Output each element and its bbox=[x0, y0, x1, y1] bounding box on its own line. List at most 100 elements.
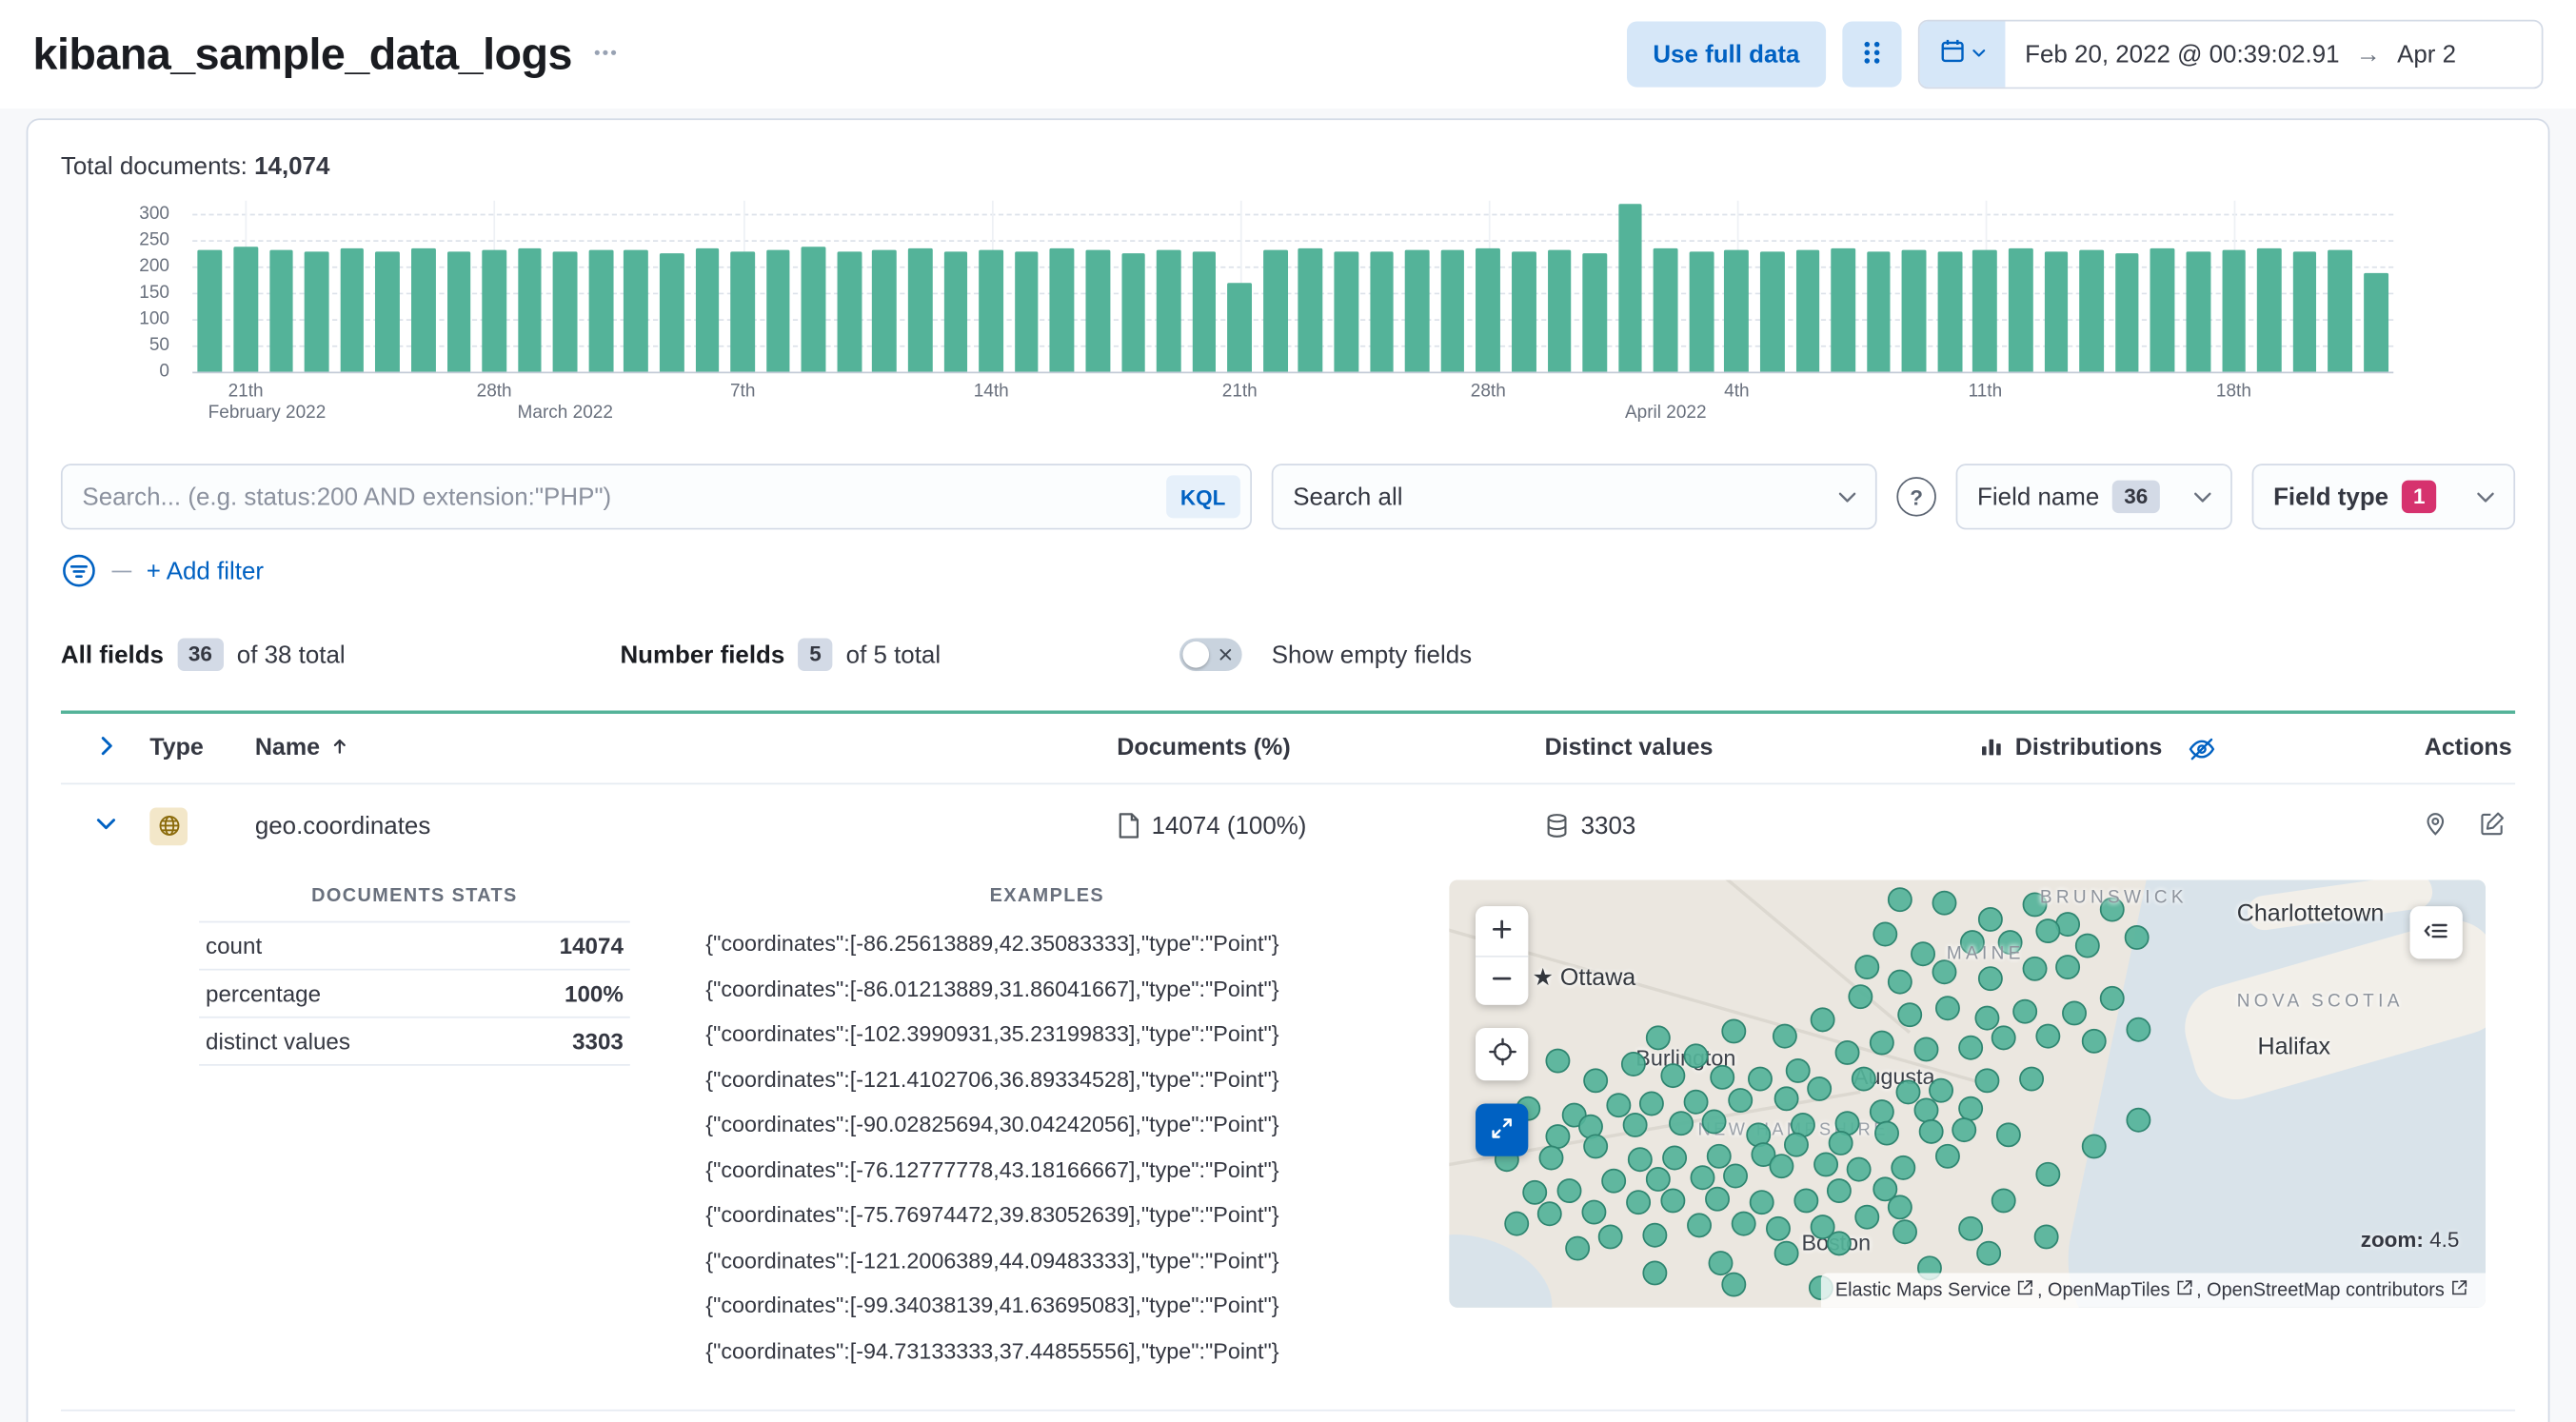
field-name-filter[interactable]: Field name 36 bbox=[1955, 464, 2232, 530]
map-point bbox=[2036, 918, 2061, 943]
documents-stats-title: DOCUMENTS STATS bbox=[311, 886, 518, 907]
help-icon[interactable]: ? bbox=[1896, 477, 1936, 517]
map-fit-data-button[interactable] bbox=[1476, 1028, 1529, 1081]
histogram-bar bbox=[802, 247, 826, 372]
map-point bbox=[1784, 1133, 1810, 1157]
eye-slash-icon[interactable] bbox=[2189, 735, 2216, 762]
kql-badge[interactable]: KQL bbox=[1165, 475, 1240, 519]
number-fields-total: of 5 total bbox=[845, 641, 941, 669]
attribution-link[interactable]: OpenStreetMap contributors bbox=[2207, 1279, 2470, 1301]
histogram-bar bbox=[1759, 252, 1785, 372]
map-point bbox=[1786, 1058, 1811, 1084]
column-type: Type bbox=[149, 735, 204, 762]
map-point bbox=[1536, 1200, 1562, 1226]
histogram-bar bbox=[2079, 250, 2104, 372]
map-point bbox=[1728, 1088, 1754, 1114]
stats-row: distinct values 3303 bbox=[199, 1018, 630, 1066]
map-zoom-in-button[interactable] bbox=[1476, 906, 1529, 956]
use-full-data-button[interactable]: Use full data bbox=[1626, 21, 1827, 88]
map-point bbox=[1996, 1122, 2022, 1147]
map-point bbox=[1897, 1002, 1923, 1028]
external-link-icon bbox=[2018, 1280, 2033, 1295]
map-point bbox=[1503, 1211, 1529, 1236]
x-month-label: March 2022 bbox=[517, 403, 613, 424]
calendar-dropdown-button[interactable] bbox=[1919, 21, 2006, 88]
histogram-bar bbox=[588, 249, 613, 372]
attribution-link[interactable]: OpenMapTiles bbox=[2048, 1279, 2196, 1301]
map-attribution: Elastic Maps Service, OpenMapTiles, Open… bbox=[1820, 1273, 2487, 1308]
map-point bbox=[1683, 1090, 1709, 1116]
map-point bbox=[1621, 1052, 1647, 1077]
map-point bbox=[1765, 1215, 1791, 1241]
example-value: {"coordinates":[-90.02825694,30.04242056… bbox=[705, 1112, 1279, 1137]
geo-point-type-icon bbox=[149, 806, 188, 845]
histogram-bar bbox=[1511, 251, 1536, 372]
calendar-icon bbox=[1938, 37, 1965, 71]
add-filter-link[interactable]: + Add filter bbox=[147, 557, 264, 584]
map-point bbox=[1704, 1186, 1730, 1211]
map-point bbox=[1872, 921, 1897, 947]
date-range-start[interactable]: Feb 20, 2022 @ 00:39:02.91 bbox=[2025, 40, 2339, 68]
histogram-bar bbox=[1476, 248, 1500, 372]
grid-dots-button[interactable] bbox=[1842, 21, 1902, 88]
filter-icon[interactable] bbox=[61, 553, 97, 589]
map-point bbox=[1888, 886, 1913, 912]
map-point bbox=[2124, 925, 2150, 951]
expand-all-button[interactable] bbox=[87, 727, 125, 770]
explore-in-maps-button[interactable] bbox=[2420, 807, 2451, 845]
toggle-knob bbox=[1182, 641, 1210, 668]
page-title: kibana_sample_data_logs bbox=[32, 29, 573, 79]
field-type-label: Field type bbox=[2273, 483, 2389, 511]
histogram-bar bbox=[765, 249, 791, 372]
map-point bbox=[2055, 955, 2081, 980]
map-label-brunswick: BRUNSWICK bbox=[2039, 888, 2188, 909]
field-name[interactable]: geo.coordinates bbox=[255, 812, 1117, 839]
date-range-end[interactable]: Apr 2 bbox=[2397, 40, 2456, 68]
map-point bbox=[1829, 1131, 1854, 1156]
column-name-sort[interactable]: Name bbox=[255, 735, 1117, 762]
attribution-link[interactable]: Elastic Maps Service bbox=[1835, 1279, 2037, 1301]
map-point bbox=[1913, 1037, 1939, 1062]
map-point bbox=[1659, 1062, 1685, 1088]
map-controls bbox=[1476, 906, 1529, 1156]
example-value: {"coordinates":[-121.2006389,44.09483333… bbox=[705, 1247, 1279, 1273]
map-expand-button[interactable] bbox=[1476, 1103, 1529, 1156]
histogram-bar bbox=[1405, 249, 1430, 372]
total-documents: Total documents: 14,074 bbox=[61, 153, 2515, 181]
map-point bbox=[1810, 1008, 1835, 1033]
histogram-bar bbox=[2044, 251, 2069, 372]
doc-count-chart: 300 250 200 150 100 50 0 21th 28th 7th 14th 21th 28… bbox=[61, 190, 2515, 437]
histogram-bar bbox=[1262, 249, 1288, 372]
x-tick-label: 14th bbox=[973, 381, 1009, 402]
search-all-value: Search all bbox=[1293, 483, 1403, 511]
external-link-icon bbox=[2177, 1280, 2192, 1295]
plus-icon bbox=[1491, 917, 1514, 944]
map-point bbox=[1623, 1112, 1649, 1137]
search-input[interactable] bbox=[60, 464, 1253, 530]
map-zoom-out-button[interactable] bbox=[1476, 955, 1529, 1005]
map-point bbox=[1806, 1076, 1832, 1101]
map-point bbox=[1645, 1024, 1671, 1050]
title-options-button[interactable] bbox=[588, 35, 622, 73]
map-legend-button[interactable] bbox=[2409, 906, 2463, 959]
map-point bbox=[1932, 891, 1958, 917]
search-all-select[interactable]: Search all bbox=[1271, 464, 1877, 530]
histogram-bar bbox=[2221, 249, 2247, 372]
edit-field-button[interactable] bbox=[2477, 807, 2508, 845]
map-point bbox=[2062, 1000, 2087, 1026]
map-point bbox=[1773, 1240, 1798, 1266]
coordinates-map[interactable]: ★ OttawaBurlingtonAugustaBostonNEW HAMPS… bbox=[1449, 879, 2487, 1308]
map-label-nova-scotia: NOVA SCOTIA bbox=[2236, 991, 2404, 1012]
histogram-bar bbox=[482, 249, 506, 372]
column-documents: Documents (%) bbox=[1117, 735, 1291, 762]
y-tick-label: 250 bbox=[139, 229, 169, 250]
map-point bbox=[1597, 1225, 1623, 1251]
documents-value: 14074 (100%) bbox=[1151, 811, 1307, 840]
histogram-bar bbox=[375, 250, 400, 372]
field-type-filter[interactable]: Field type 1 bbox=[2251, 464, 2516, 530]
database-icon bbox=[1545, 813, 1570, 839]
map-point bbox=[1888, 970, 1913, 996]
collapse-row-button[interactable] bbox=[87, 804, 125, 847]
page-header: kibana_sample_data_logs Use full data Fe… bbox=[0, 0, 2576, 109]
show-empty-fields-toggle[interactable] bbox=[1179, 638, 1242, 672]
